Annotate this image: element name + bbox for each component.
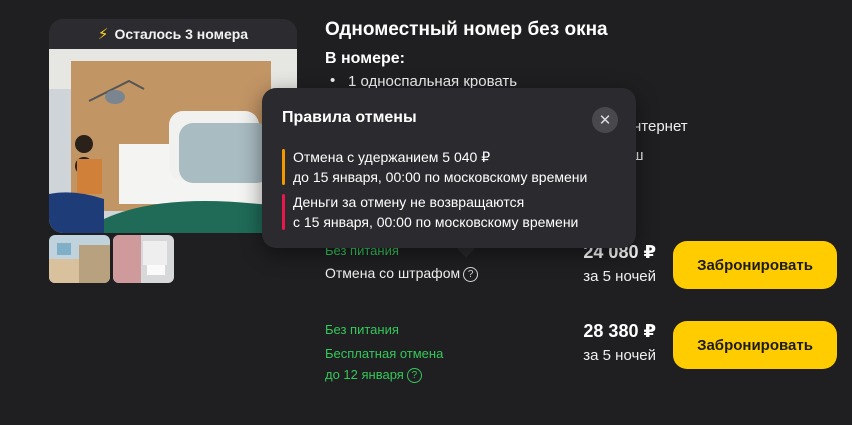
rule-penalty-marker <box>282 149 285 185</box>
room-photo-card[interactable]: ⚡ Осталось 3 номера <box>49 19 297 233</box>
offer-nights: за 5 ночей <box>583 268 656 285</box>
free-cancellation-line2: до 12 января? <box>325 364 422 385</box>
lightning-icon: ⚡ <box>97 26 109 43</box>
book-button[interactable]: Забронировать <box>673 321 837 369</box>
rule-nonrefundable-line2: с 15 января, 00:00 по московскому времен… <box>293 214 579 230</box>
offer-nights: за 5 ночей <box>583 347 656 364</box>
room-photo[interactable] <box>49 49 297 233</box>
rule-nonrefundable-marker <box>282 194 285 230</box>
free-cancellation-line1: Бесплатная отмена <box>325 346 444 361</box>
free-cancellation-date: до 12 января <box>325 367 404 382</box>
cancellation-rules-tooltip: Правила отмены ✕ Отмена с удержанием 5 0… <box>262 88 636 248</box>
amenity-bullet: • <box>330 72 336 89</box>
rule-penalty-line2: до 15 января, 00:00 по московскому време… <box>293 169 588 185</box>
rule-nonrefundable-line1: Деньги за отмену не возвращаются <box>293 194 525 210</box>
photo-thumbnail-1[interactable] <box>49 235 110 283</box>
in-room-label: В номере: <box>325 50 405 67</box>
amenity-item: нтернет <box>633 118 688 135</box>
question-circle-icon[interactable]: ? <box>463 266 479 282</box>
availability-text: Осталось 3 номера <box>114 26 249 42</box>
room-title: Одноместный номер без окна <box>325 19 608 40</box>
rule-penalty-line1: Отмена с удержанием 5 040 ₽ <box>293 149 491 165</box>
meal-plan: Без питания <box>325 322 399 337</box>
photo-thumbnail-2[interactable] <box>113 235 174 283</box>
rule-penalty: Отмена с удержанием 5 040 ₽ до 15 января… <box>293 147 587 187</box>
cancellation-policy: Отмена со штрафом? <box>325 265 479 282</box>
book-button[interactable]: Забронировать <box>673 241 837 289</box>
tooltip-title: Правила отмены <box>282 109 417 126</box>
availability-badge: ⚡ Осталось 3 номера <box>49 19 297 49</box>
rule-nonrefundable: Деньги за отмену не возвращаются с 15 ян… <box>293 192 578 232</box>
close-icon[interactable]: ✕ <box>592 107 618 133</box>
question-circle-icon[interactable]: ? <box>406 368 422 384</box>
offer-price: 28 380 ₽ <box>583 321 656 341</box>
cancellation-text: Отмена со штрафом <box>325 265 461 281</box>
